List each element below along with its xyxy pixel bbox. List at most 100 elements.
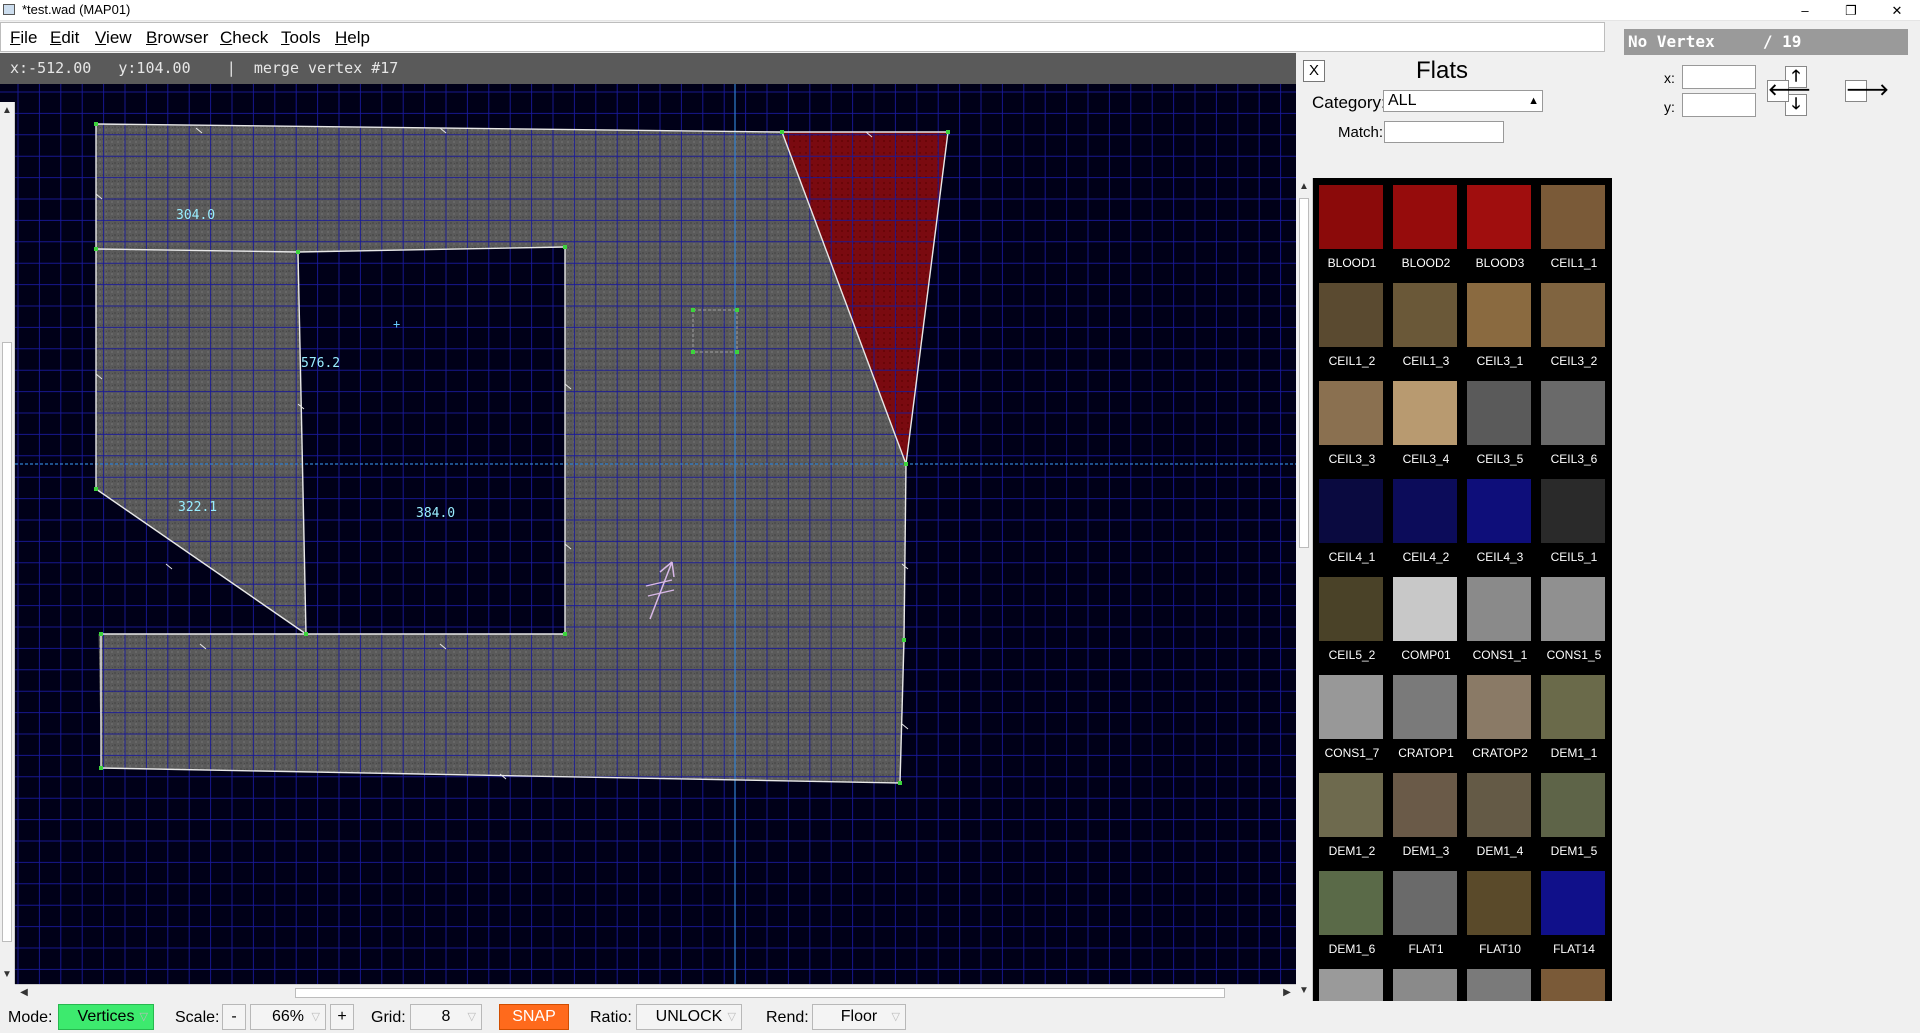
flat-tile[interactable]: CONS1_5 [1537, 574, 1611, 672]
flat-tile[interactable]: CEIL3_4 [1389, 378, 1463, 476]
void-region [298, 247, 565, 634]
flat-tile[interactable] [1315, 966, 1389, 1001]
close-window-button[interactable]: ✕ [1874, 0, 1920, 21]
flat-tile[interactable] [1537, 966, 1611, 1001]
scroll-right-arrow[interactable]: ▶ [1280, 986, 1294, 1000]
flat-tile[interactable]: DEM1_3 [1389, 770, 1463, 868]
menu-edit[interactable]: Edit [50, 28, 79, 48]
rend-dropdown[interactable]: Floor ▽ [812, 1004, 906, 1030]
flat-swatch [1467, 577, 1531, 641]
vertex-x-input[interactable] [1682, 65, 1756, 89]
flat-tile[interactable]: FLAT10 [1463, 868, 1537, 966]
flat-swatch [1541, 283, 1605, 347]
vertex [563, 632, 567, 636]
scroll-up-arrow[interactable]: ▲ [0, 104, 14, 118]
flat-tile[interactable]: CEIL1_3 [1389, 280, 1463, 378]
flats-scroll-thumb[interactable] [1299, 198, 1309, 548]
flat-tile[interactable]: CEIL3_6 [1537, 378, 1611, 476]
grid-dropdown[interactable]: 8 ▽ [410, 1004, 482, 1030]
flats-scroll-up-arrow[interactable]: ▲ [1297, 180, 1311, 194]
flat-swatch [1393, 969, 1457, 1001]
flat-tile[interactable]: CEIL4_2 [1389, 476, 1463, 574]
flat-tile[interactable]: CEIL1_2 [1315, 280, 1389, 378]
window-title: *test.wad (MAP01) [22, 2, 131, 17]
flat-name: BLOOD3 [1475, 256, 1525, 270]
flat-tile[interactable]: DEM1_5 [1537, 770, 1611, 868]
flat-name: DEM1_5 [1550, 844, 1598, 858]
ratio-label: Ratio: [590, 1009, 632, 1026]
flat-name: CEIL4_1 [1328, 550, 1376, 564]
horizontal-scroll-thumb[interactable] [295, 988, 1225, 998]
nudge-left-button[interactable]: 🡐 [1767, 80, 1811, 102]
flats-scroll-down-arrow[interactable]: ▼ [1297, 984, 1311, 998]
menu-help[interactable]: Help [335, 28, 370, 48]
flat-tile[interactable]: CEIL5_2 [1315, 574, 1389, 672]
flat-tile[interactable]: DEM1_2 [1315, 770, 1389, 868]
vertex [780, 130, 784, 134]
flat-tile[interactable]: CONS1_7 [1315, 672, 1389, 770]
flat-tile[interactable]: CEIL3_2 [1537, 280, 1611, 378]
flat-tile[interactable] [1463, 966, 1537, 1001]
flat-tile[interactable]: CEIL3_5 [1463, 378, 1537, 476]
flat-name: CEIL1_1 [1550, 256, 1598, 270]
menu-tools[interactable]: Tools [281, 28, 321, 48]
flat-tile[interactable]: CEIL3_1 [1463, 280, 1537, 378]
map-vertical-scrollbar[interactable]: ▲ ▼ [0, 102, 15, 984]
scale-dropdown[interactable]: 66% ▽ [250, 1004, 326, 1030]
vertex [898, 781, 902, 785]
mode-dropdown[interactable]: Vertices ▽ [58, 1004, 154, 1030]
map-view[interactable]: +304.0 576.2 322.1 384.0 [0, 84, 1296, 984]
linedef-length-label: 322.1 [178, 500, 217, 515]
menu-file[interactable]: File [10, 28, 37, 48]
map-horizontal-scrollbar[interactable]: ◀ ▶ [15, 984, 1296, 1001]
flat-tile[interactable]: CONS1_1 [1463, 574, 1537, 672]
flat-tile[interactable]: CEIL4_1 [1315, 476, 1389, 574]
maximize-button[interactable]: ❐ [1828, 0, 1874, 21]
flat-tile[interactable]: CRATOP1 [1389, 672, 1463, 770]
flat-tile[interactable]: CRATOP2 [1463, 672, 1537, 770]
flat-swatch [1393, 381, 1457, 445]
flats-browser[interactable]: BLOOD1 BLOOD2 BLOOD3 CEIL1_1 CEIL1_2 CEIL1_3 C… [1296, 178, 1612, 1001]
flat-tile[interactable]: FLAT1 [1389, 868, 1463, 966]
vertex-y-input[interactable] [1682, 93, 1756, 117]
snap-toggle[interactable]: SNAP [499, 1004, 569, 1030]
scroll-left-arrow[interactable]: ◀ [17, 986, 31, 1000]
flat-tile[interactable]: COMP01 [1389, 574, 1463, 672]
flat-swatch [1467, 381, 1531, 445]
minimize-button[interactable]: – [1782, 0, 1828, 21]
vertex [296, 250, 300, 254]
ratio-dropdown[interactable]: UNLOCK ▽ [636, 1004, 742, 1030]
flat-tile[interactable] [1389, 966, 1463, 1001]
flat-tile[interactable]: CEIL5_1 [1537, 476, 1611, 574]
flat-tile[interactable]: CEIL4_3 [1463, 476, 1537, 574]
flat-tile[interactable]: BLOOD1 [1315, 182, 1389, 280]
flat-tile[interactable]: FLAT14 [1537, 868, 1611, 966]
vertex-x-label: x: [1664, 70, 1675, 86]
scale-minus-button[interactable]: - [222, 1004, 246, 1030]
flat-swatch [1541, 969, 1605, 1001]
vertex [691, 350, 695, 354]
flat-tile[interactable]: BLOOD3 [1463, 182, 1537, 280]
close-flats-button[interactable]: X [1303, 60, 1325, 82]
flat-tile[interactable]: CEIL3_3 [1315, 378, 1389, 476]
flat-tile[interactable]: DEM1_4 [1463, 770, 1537, 868]
menu-check[interactable]: Check [220, 28, 268, 48]
flat-tile[interactable]: DEM1_6 [1315, 868, 1389, 966]
nudge-right-button[interactable]: 🡒 [1845, 80, 1889, 102]
scroll-down-arrow[interactable]: ▼ [0, 968, 14, 982]
match-input[interactable] [1384, 121, 1504, 143]
flat-tile[interactable]: DEM1_1 [1537, 672, 1611, 770]
flats-scrollbar[interactable]: ▲ ▼ [1296, 178, 1313, 1001]
flat-swatch [1319, 871, 1383, 935]
menu-browser[interactable]: Browser [146, 28, 208, 48]
vertical-scroll-thumb[interactable] [2, 342, 12, 942]
flat-tile[interactable]: CEIL1_1 [1537, 182, 1611, 280]
flat-tile[interactable]: BLOOD2 [1389, 182, 1463, 280]
scale-plus-button[interactable]: + [330, 1004, 354, 1030]
flat-swatch [1393, 871, 1457, 935]
category-dropdown[interactable]: ALL ▲ [1383, 90, 1543, 112]
vertex-header: No Vertex / 19 [1624, 29, 1908, 55]
menu-view[interactable]: View [95, 28, 132, 48]
map-canvas[interactable]: +304.0 576.2 322.1 384.0 [0, 84, 1296, 984]
flat-swatch [1467, 871, 1531, 935]
